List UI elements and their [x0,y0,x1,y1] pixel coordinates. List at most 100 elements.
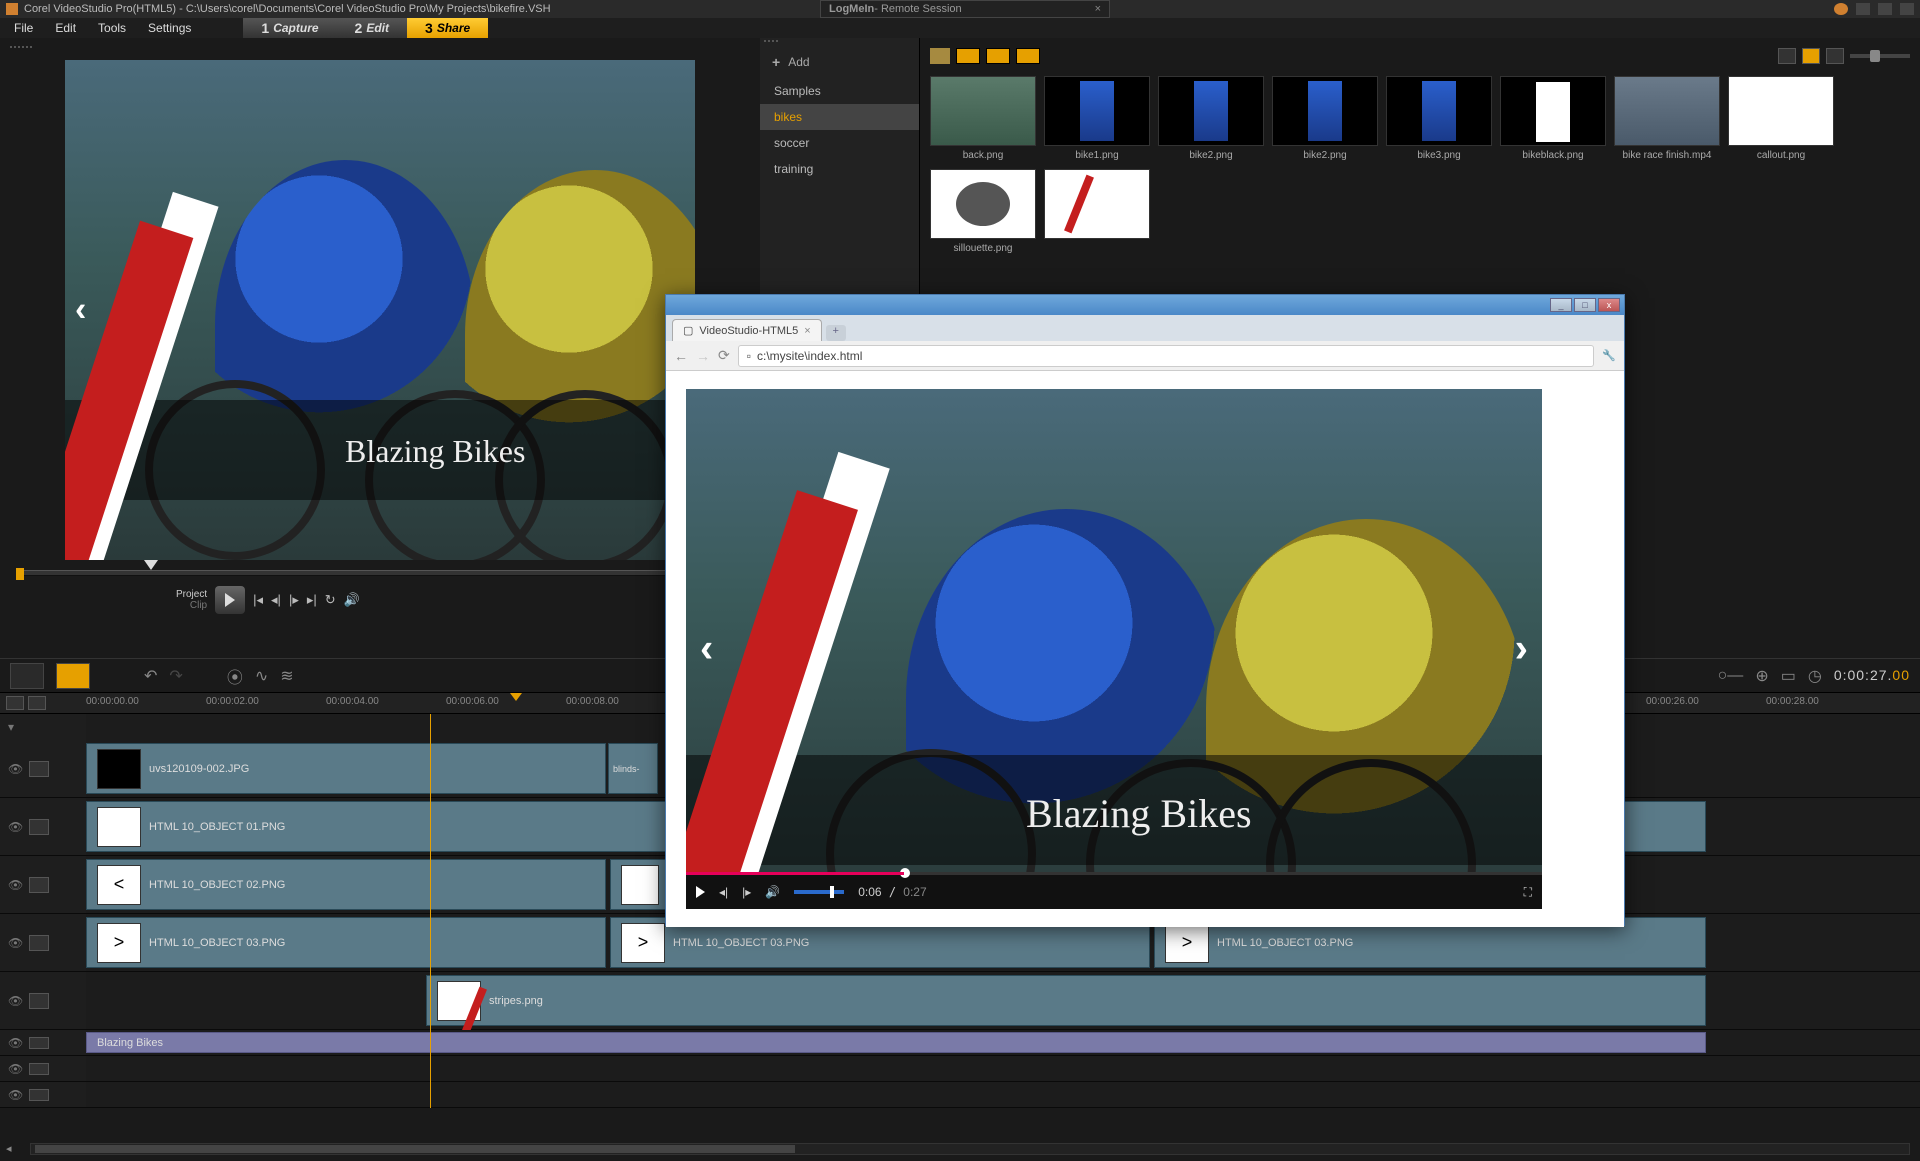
record-icon[interactable]: ⦿ [227,664,243,688]
redo-icon[interactable]: ↷ [169,666,182,686]
view-thumb-icon[interactable] [1802,48,1820,64]
clip-overlay-3a[interactable]: >HTML 10_OBJECT 03.PNG [86,917,606,968]
browser-menu-icon[interactable]: 🔧 [1602,349,1616,362]
end-button[interactable]: ▸| [307,592,317,608]
new-tab-button[interactable]: + [826,325,846,341]
playback-mode[interactable]: Project Clip [176,589,207,611]
video-volume-slider[interactable] [794,890,844,894]
thumb-bike2[interactable]: bike2.png [1158,76,1264,161]
preview-prev-icon[interactable]: ‹ [75,291,86,330]
video-play-icon[interactable] [696,886,705,898]
video-progress[interactable] [686,872,1542,875]
lib-cat-samples[interactable]: Samples [760,78,919,104]
browser-reload-icon[interactable]: ⟳ [718,347,730,364]
track-visibility-icon[interactable]: 👁 [8,1088,23,1102]
clip-overlay-2a[interactable]: <HTML 10_OBJECT 02.PNG [86,859,606,910]
browser-titlebar[interactable]: _ □ x [666,295,1624,315]
timecode-display[interactable]: 0:00:27.00 [1834,667,1910,684]
track-visibility-icon[interactable]: 👁 [8,1036,23,1050]
thumb-bikeblack[interactable]: bikeblack.png [1500,76,1606,161]
thumb-bike2b[interactable]: bike2.png [1272,76,1378,161]
thumb-bike3[interactable]: bike3.png [1386,76,1492,161]
project-duration-icon[interactable]: ◷ [1808,666,1822,686]
scrub-bar[interactable]: ] [16,570,744,576]
step-capture[interactable]: 1 Capture [243,18,336,38]
thumb-sillouette[interactable]: sillouette.png [930,169,1036,254]
home-button[interactable]: |◂ [253,592,263,608]
folder-icon[interactable] [930,48,950,64]
video-fullscreen-icon[interactable]: ⛶ [1524,885,1532,900]
play-button[interactable] [215,586,245,614]
timeline-view-button[interactable] [56,663,90,689]
clip-video-1[interactable]: uvs120109-002.JPG [86,743,606,794]
scrub-playhead-icon[interactable] [144,560,158,570]
browser-forward-icon[interactable]: → [696,348,710,364]
thumb-race[interactable]: bike race finish.mp4 [1614,76,1720,161]
toggle-all-tracks-icon[interactable]: ▾ [8,720,14,734]
corel-logo-icon[interactable] [1834,3,1848,15]
track-visibility-icon[interactable]: 👁 [8,762,23,776]
media-tab-video[interactable] [956,48,980,64]
track-visibility-icon[interactable]: 👁 [8,878,23,892]
storyboard-view-button[interactable] [10,663,44,689]
repeat-button[interactable]: ↻ [325,592,336,608]
zoom-in-icon[interactable]: ⊕ [1755,666,1768,686]
minimize-button[interactable] [1856,3,1870,15]
clip-stripes[interactable]: stripes.png [426,975,1706,1026]
logmein-close-icon[interactable]: × [1095,3,1101,15]
browser-minimize-button[interactable]: _ [1550,298,1572,312]
video-mute-icon[interactable]: 🔊 [765,885,780,899]
address-bar[interactable]: ▫ c:\mysite\index.html [738,345,1595,367]
browser-maximize-button[interactable]: □ [1574,298,1596,312]
browser-close-button[interactable]: x [1598,298,1620,312]
thumb-back[interactable]: back.png [930,76,1036,161]
library-add-button[interactable]: +Add [760,46,919,78]
hscroll-left-icon[interactable]: ◂ [6,1142,22,1155]
clip-transition-blinds[interactable]: blinds- [608,743,658,794]
media-tab-audio[interactable] [1016,48,1040,64]
fit-project-icon[interactable]: ▭ [1781,666,1796,686]
thumb-bike1[interactable]: bike1.png [1044,76,1150,161]
lib-cat-training[interactable]: training [760,156,919,182]
thumb-stripe[interactable] [1044,169,1150,254]
maximize-button[interactable] [1878,3,1892,15]
menu-settings[interactable]: Settings [138,19,201,37]
track-visibility-icon[interactable]: 👁 [8,994,23,1008]
playhead-line[interactable] [430,714,431,1108]
preview-monitor[interactable]: Blazing Bikes ‹ [65,60,695,560]
close-button[interactable] [1900,3,1914,15]
zoom-slider-icon[interactable]: ○— [1718,667,1744,685]
next-frame-button[interactable]: |▸ [289,592,299,608]
ruler-tool-1[interactable] [6,696,24,710]
tab-close-icon[interactable]: × [804,325,810,337]
browser-tab[interactable]: ▢ VideoStudio-HTML5 × [672,319,822,341]
view-list-icon[interactable] [1778,48,1796,64]
playhead-marker-icon[interactable] [510,693,522,701]
timeline-hscroll[interactable] [30,1143,1910,1155]
track-visibility-icon[interactable]: 👁 [8,1062,23,1076]
menu-edit[interactable]: Edit [45,19,86,37]
browser-window[interactable]: _ □ x ▢ VideoStudio-HTML5 × + ← → ⟳ ▫ c:… [665,294,1625,926]
ruler-tool-2[interactable] [28,696,46,710]
thumb-callout[interactable]: callout.png [1728,76,1834,161]
menu-tools[interactable]: Tools [88,19,136,37]
video-step-fwd-icon[interactable]: |▸ [742,885,751,899]
mixer-icon[interactable]: ∿ [255,666,268,686]
html5-video-player[interactable]: Blazing Bikes ‹ › ◂| |▸ 🔊 0:06 / 0:27 ⛶ [686,389,1542,909]
lib-cat-bikes[interactable]: bikes [760,104,919,130]
clip-title[interactable]: Blazing Bikes [86,1032,1706,1053]
mark-in-handle[interactable] [16,568,24,580]
browser-back-icon[interactable]: ← [674,348,688,364]
thumb-size-slider[interactable] [1850,54,1910,58]
video-step-back-icon[interactable]: ◂| [719,885,728,899]
prev-frame-button[interactable]: ◂| [271,592,281,608]
lib-cat-soccer[interactable]: soccer [760,130,919,156]
step-edit[interactable]: 2 Edit [337,18,407,38]
volume-button[interactable]: 🔊 [344,592,360,608]
player-next-icon[interactable]: › [1515,627,1528,672]
subtitle-icon[interactable]: ≋ [280,666,293,686]
player-prev-icon[interactable]: ‹ [700,627,713,672]
menu-file[interactable]: File [4,19,43,37]
step-share[interactable]: 3 Share [407,18,488,38]
media-tab-photo[interactable] [986,48,1010,64]
